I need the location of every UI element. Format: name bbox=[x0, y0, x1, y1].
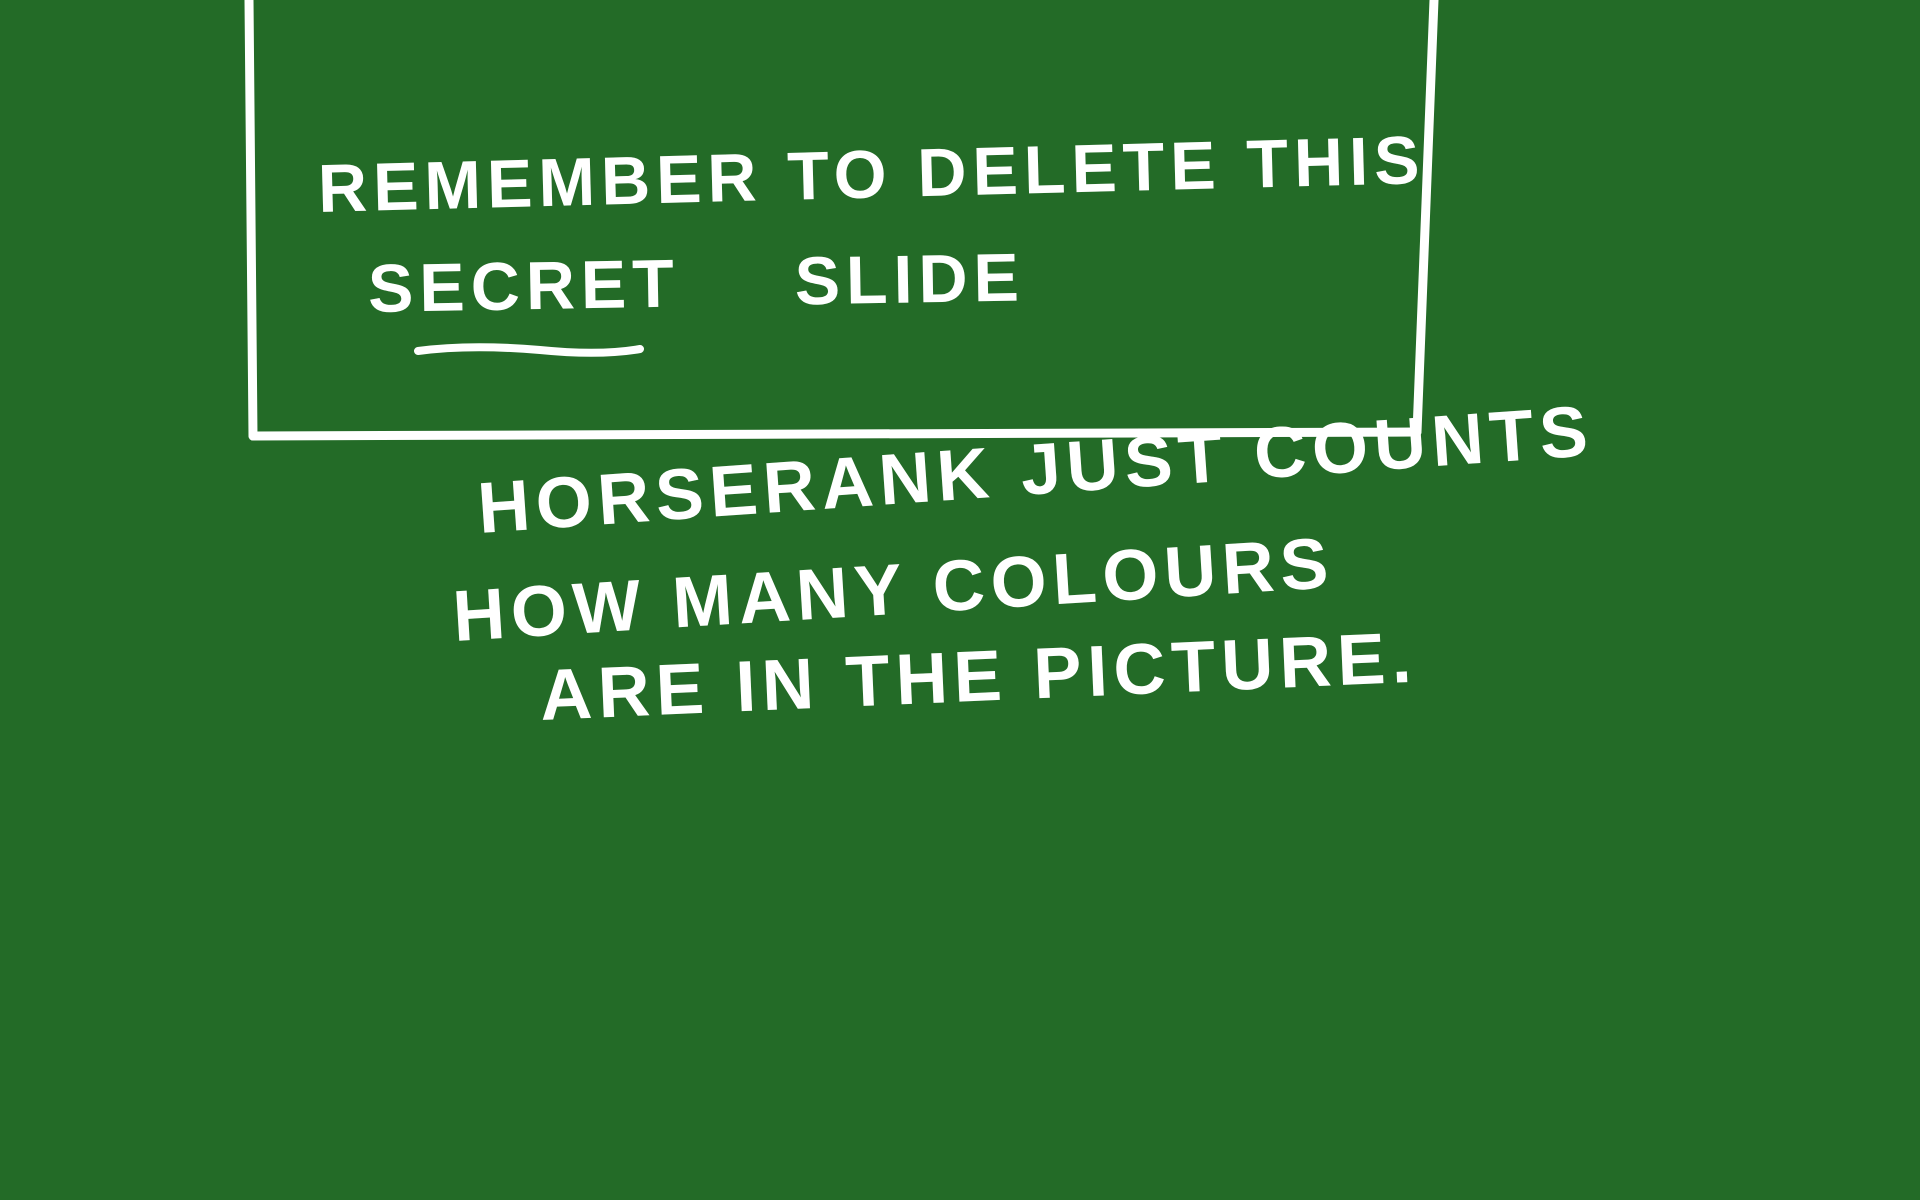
note-emphasis-word: secret bbox=[367, 245, 681, 327]
slide: Remember to delete this secret slide Hor… bbox=[0, 0, 1920, 1200]
note-line-2: secret slide bbox=[367, 239, 1025, 328]
frame-right-line bbox=[1412, 0, 1439, 437]
secret-underline bbox=[414, 343, 644, 357]
frame-left-line bbox=[244, 0, 258, 441]
note-line-2-rest: slide bbox=[794, 239, 1026, 320]
